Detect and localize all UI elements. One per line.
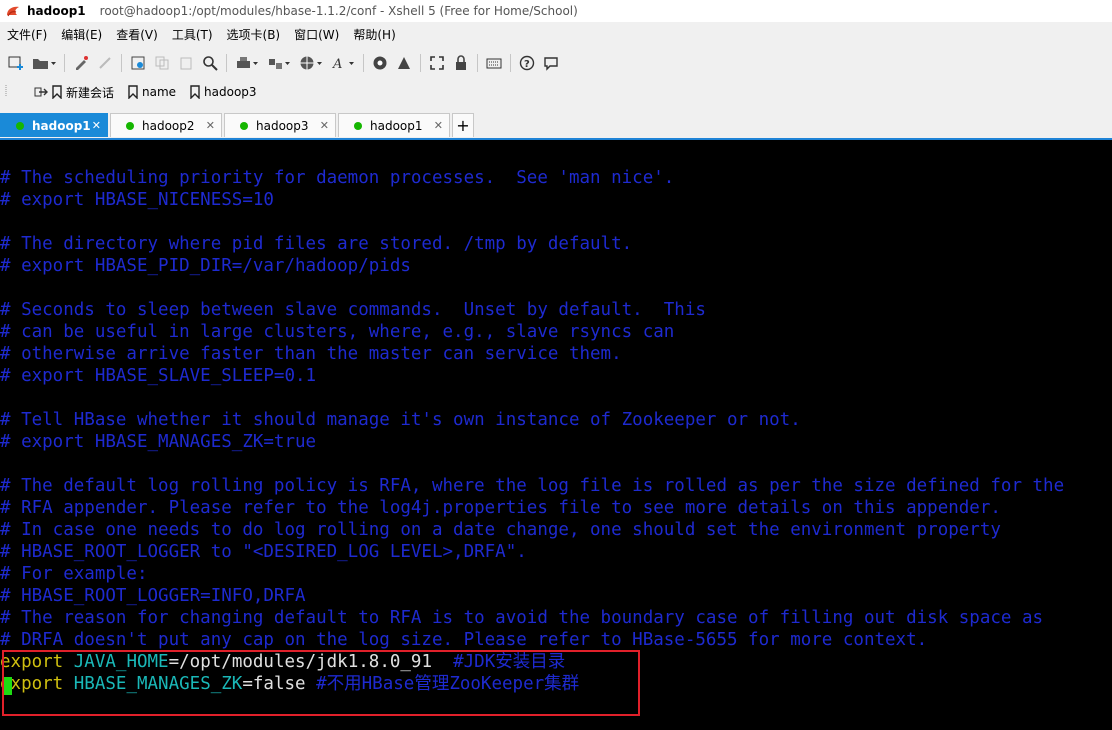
- terminal-comment-line: # otherwise arrive faster than the maste…: [0, 344, 622, 364]
- globe-icon[interactable]: [298, 54, 324, 72]
- connected-status-icon: [126, 121, 134, 130]
- properties-icon[interactable]: [72, 54, 90, 72]
- terminal-comment-line: # For example:: [0, 564, 148, 584]
- toolbar-separator: [226, 54, 227, 72]
- tab-hadoop3[interactable]: hadoop3 ✕: [224, 113, 336, 137]
- script-icon[interactable]: [395, 54, 413, 72]
- terminal-comment-line: # Seconds to sleep between slave command…: [0, 300, 706, 320]
- terminal-comment-line: # export HBASE_MANAGES_ZK=true: [0, 432, 317, 452]
- tab-label: hadoop1: [370, 118, 423, 133]
- window-host: hadoop1: [27, 4, 86, 18]
- menu-tabs[interactable]: 选项卡(B): [220, 26, 288, 43]
- svg-text:?: ?: [524, 59, 530, 70]
- lock-icon[interactable]: [452, 54, 470, 72]
- connected-status-icon: [354, 121, 362, 130]
- paste-icon[interactable]: [177, 54, 195, 72]
- connected-status-icon: [240, 121, 248, 130]
- tab-label: hadoop3: [256, 118, 309, 133]
- menu-view[interactable]: 查看(V): [109, 26, 165, 43]
- terminal-comment-line: # The directory where pid files are stor…: [0, 234, 633, 254]
- links-bar: 新建会话 name hadoop3: [0, 82, 271, 102]
- chat-icon[interactable]: [542, 54, 560, 72]
- bookmark-icon: [190, 85, 200, 99]
- window-title: root@hadoop1:/opt/modules/hbase-1.1.2/co…: [99, 4, 578, 18]
- terminal-comment-line: # DRFA doesn't put any cap on the log si…: [0, 630, 928, 650]
- copy-icon[interactable]: [153, 54, 171, 72]
- close-icon[interactable]: ✕: [320, 119, 329, 132]
- menu-file[interactable]: 文件(F): [0, 26, 54, 43]
- bookmark-hadoop3[interactable]: hadoop3: [190, 85, 257, 99]
- terminal-comment-line: # export HBASE_PID_DIR=/var/hadoop/pids: [0, 256, 411, 276]
- terminal-area[interactable]: # The scheduling priority for daemon pro…: [0, 140, 1112, 730]
- tab-label: hadoop1: [32, 118, 91, 133]
- terminal-comment-line: # RFA appender. Please refer to the log4…: [0, 498, 1001, 518]
- bookmark-new-session[interactable]: 新建会话: [34, 84, 114, 101]
- close-icon[interactable]: ✕: [206, 119, 215, 132]
- tab-label: hadoop2: [142, 118, 195, 133]
- terminal-comment-line: # The scheduling priority for daemon pro…: [0, 168, 675, 188]
- terminal-comment-line: # can be useful in large clusters, where…: [0, 322, 675, 342]
- tab-hadoop2[interactable]: hadoop2 ✕: [110, 113, 222, 137]
- settings-icon[interactable]: [129, 54, 147, 72]
- menu-bar: 文件(F) 编辑(E) 查看(V) 工具(T) 选项卡(B) 窗口(W) 帮助(…: [0, 24, 403, 44]
- fullscreen-icon[interactable]: [428, 54, 446, 72]
- bookmark-icon: [52, 85, 62, 99]
- find-icon[interactable]: [201, 54, 219, 72]
- xshell-logo-icon: [7, 6, 19, 17]
- toolbar-separator: [477, 54, 478, 72]
- toolbar-separator: [510, 54, 511, 72]
- new-session-icon[interactable]: [7, 54, 25, 72]
- tab-hadoop1-second[interactable]: hadoop1 ✕: [338, 113, 450, 137]
- session-tab-bar: hadoop1 ✕ hadoop2 ✕ hadoop3 ✕ hadoop1 ✕ …: [0, 111, 1112, 140]
- toolbar: A ?: [0, 50, 1112, 76]
- open-folder-icon[interactable]: [31, 54, 57, 72]
- terminal-comment-line: # export HBASE_NICENESS=10: [0, 190, 274, 210]
- menu-tools[interactable]: 工具(T): [165, 26, 220, 43]
- terminal-comment-line: # In case one needs to do log rolling on…: [0, 520, 1001, 540]
- bookmark-label: 新建会话: [66, 85, 115, 100]
- title-bar: hadoop1 root@hadoop1:/opt/modules/hbase-…: [0, 0, 1112, 22]
- help-icon[interactable]: ?: [518, 54, 536, 72]
- close-icon[interactable]: ✕: [434, 119, 443, 132]
- bookmark-label: name: [142, 85, 177, 99]
- menu-window[interactable]: 窗口(W): [287, 26, 346, 43]
- disconnect-icon[interactable]: [96, 54, 114, 72]
- toolbar-separator: [121, 54, 122, 72]
- font-icon[interactable]: A: [330, 54, 356, 72]
- terminal-comment-line: # HBASE_ROOT_LOGGER to "<DESIRED_LOG LEV…: [0, 542, 527, 562]
- transfer-icon[interactable]: [266, 54, 292, 72]
- connected-status-icon: [16, 121, 24, 130]
- bookmark-label: hadoop3: [204, 85, 257, 99]
- terminal-comment-line: # The default log rolling policy is RFA,…: [0, 476, 1065, 496]
- close-icon[interactable]: ✕: [92, 119, 101, 132]
- keyboard-icon[interactable]: [485, 54, 503, 72]
- tab-hadoop1-active[interactable]: hadoop1 ✕: [0, 113, 108, 137]
- print-icon[interactable]: [234, 54, 260, 72]
- bookmark-icon: [128, 85, 138, 99]
- terminal-comment-line: # The reason for changing default to RFA…: [0, 608, 1044, 628]
- toolbar-separator: [363, 54, 364, 72]
- link-arrow-icon: [34, 87, 48, 97]
- terminal-comment-line: # Tell HBase whether it should manage it…: [0, 410, 801, 430]
- links-bar-grip: [4, 84, 12, 101]
- highlight-box: [2, 650, 640, 716]
- terminal-comment-line: # export HBASE_SLAVE_SLEEP=0.1: [0, 366, 317, 386]
- toolbar-separator: [64, 54, 65, 72]
- terminal-comment-line: # HBASE_ROOT_LOGGER=INFO,DRFA: [0, 586, 306, 606]
- bookmark-name[interactable]: name: [128, 85, 176, 99]
- add-tab-button[interactable]: +: [452, 113, 474, 137]
- svg-text:A: A: [332, 57, 342, 71]
- menu-help[interactable]: 帮助(H): [346, 26, 402, 43]
- xftp-icon[interactable]: [371, 54, 389, 72]
- menu-edit[interactable]: 编辑(E): [54, 26, 109, 43]
- toolbar-separator: [420, 54, 421, 72]
